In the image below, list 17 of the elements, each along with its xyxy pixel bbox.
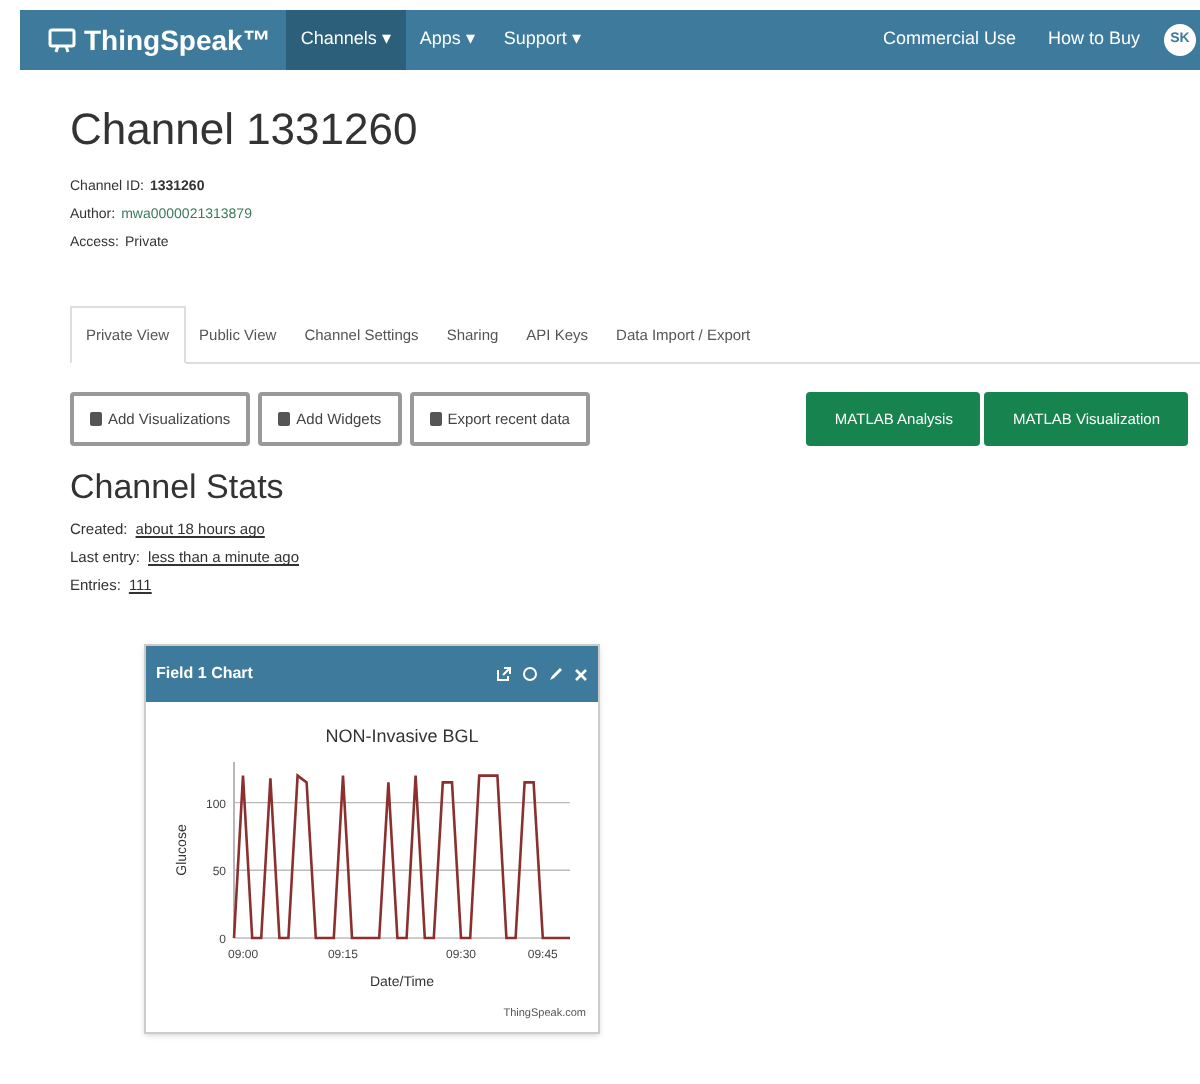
nav-link[interactable]: Commercial Use bbox=[882, 26, 1016, 54]
chart-title: NON-Invasive BGL bbox=[325, 726, 479, 747]
edit-icon[interactable] bbox=[548, 666, 564, 683]
nav-menu[interactable]: Apps ▾ bbox=[405, 10, 490, 70]
nav-menu[interactable]: Support ▾ bbox=[489, 10, 596, 70]
nav-menu[interactable]: Channels ▾ bbox=[286, 10, 406, 70]
external-link-icon[interactable] bbox=[496, 666, 512, 683]
document-icon bbox=[278, 411, 291, 426]
card-title: Field 1 Chart bbox=[156, 662, 253, 687]
document-icon bbox=[90, 411, 102, 426]
close-icon[interactable] bbox=[574, 667, 588, 682]
brand-logo[interactable]: ThingSpeak™ bbox=[84, 19, 271, 61]
monitor-icon bbox=[48, 27, 76, 53]
section-heading: Channel Stats bbox=[70, 465, 286, 510]
channel-title: Channel 1331260 bbox=[70, 102, 420, 157]
document-icon bbox=[429, 411, 442, 426]
nav-link[interactable]: How to Buy bbox=[1047, 26, 1140, 54]
